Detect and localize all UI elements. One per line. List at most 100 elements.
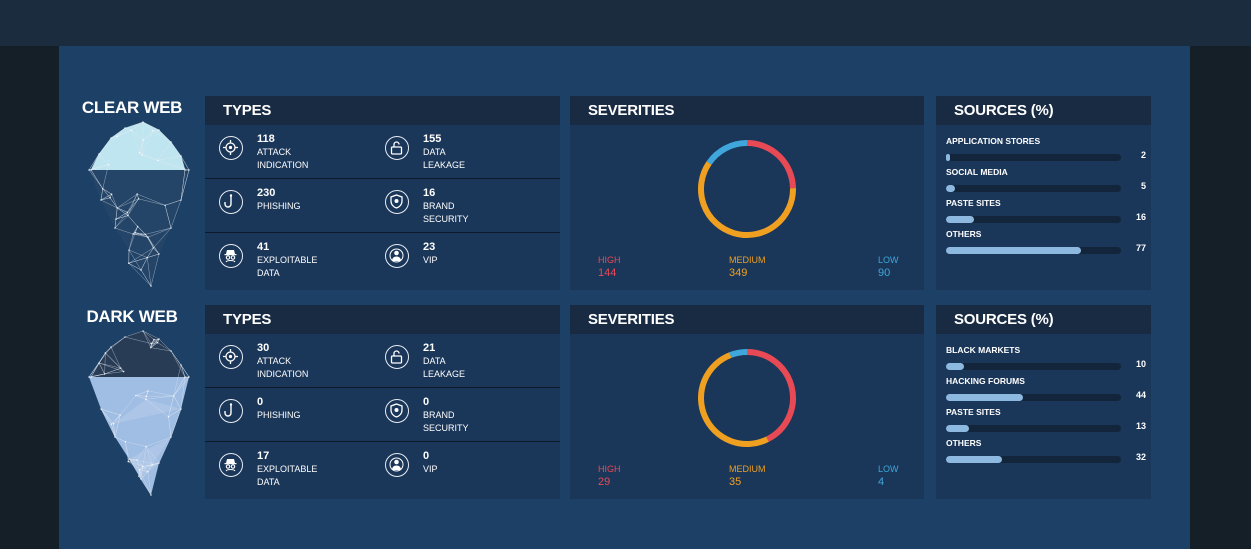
source-bar-fill (946, 456, 1002, 463)
type-label: EXPLOITABLE DATA (257, 464, 318, 487)
source-value: 32 (1135, 452, 1146, 462)
severity-low-label: LOW (878, 464, 899, 474)
types-row: 41 EXPLOITABLE DATA 23 VIP (205, 233, 560, 287)
donut-segment (746, 349, 796, 442)
hook-icon (219, 399, 243, 423)
severity-donut-chart (698, 140, 796, 238)
source-value: 44 (1135, 390, 1146, 400)
source-value: 13 (1135, 421, 1146, 431)
source-item[interactable]: OTHERS 32 (946, 438, 1146, 469)
severities-heading: SEVERITIES (570, 305, 924, 334)
source-item[interactable]: BLACK MARKETS 10 (946, 345, 1146, 376)
source-label: APPLICATION STORES (946, 136, 1041, 146)
severity-high-label: HIGH (598, 464, 621, 474)
severity-donut-chart (698, 349, 796, 447)
types-panel: TYPES 118 ATTACK INDICATION 155 DATA LEAKA… (205, 96, 560, 290)
dark-web-section: DARK WEB TYPES 30 ATTACK INDICATION 21 DA… (59, 305, 1190, 499)
type-count: 16 (423, 187, 436, 199)
source-bar-fill (946, 247, 1081, 254)
type-label: ATTACK INDICATION (257, 147, 309, 170)
donut-segment (746, 140, 796, 189)
sources-heading: SOURCES (%) (936, 305, 1151, 334)
type-label: VIP (423, 255, 438, 265)
type-count: 0 (257, 396, 264, 408)
severity-medium-value: 349 (729, 267, 748, 279)
source-bar-track (946, 363, 1121, 370)
source-label: SOCIAL MEDIA (946, 167, 1008, 177)
source-item[interactable]: OTHERS 77 (946, 229, 1146, 260)
iceberg-image (88, 330, 190, 496)
type-count: 17 (257, 450, 270, 462)
type-count: 118 (257, 133, 275, 145)
source-value: 2 (1140, 150, 1146, 160)
unlock-icon (385, 136, 409, 160)
source-bar-track (946, 154, 1121, 161)
types-row: 0 PHISHING 0 BRAND SECURITY (205, 388, 560, 442)
vip-user-icon (385, 453, 409, 477)
severity-medium[interactable]: MEDIUM 349 (729, 255, 766, 279)
types-heading: TYPES (205, 305, 560, 334)
source-bar-track (946, 185, 1121, 192)
severity-medium-label: MEDIUM (729, 255, 766, 265)
types-row: 118 ATTACK INDICATION 155 DATA LEAKAGE (205, 125, 560, 179)
type-count: 41 (257, 241, 270, 253)
donut-segment (706, 140, 748, 165)
severity-low-label: LOW (878, 255, 899, 265)
shield-icon (385, 190, 409, 214)
source-item[interactable]: HACKING FORUMS 44 (946, 376, 1146, 407)
types-row: 17 EXPLOITABLE DATA 0 VIP (205, 442, 560, 496)
source-label: OTHERS (946, 438, 982, 448)
severity-low[interactable]: LOW 4 (878, 464, 899, 488)
severity-medium[interactable]: MEDIUM 35 (729, 464, 766, 488)
type-label: EXPLOITABLE DATA (257, 255, 318, 278)
iceberg-image (88, 121, 190, 287)
source-item[interactable]: APPLICATION STORES 2 (946, 136, 1146, 167)
source-item[interactable]: PASTE SITES 16 (946, 198, 1146, 229)
source-bar-track (946, 394, 1121, 401)
type-count: 23 (423, 241, 436, 253)
source-value: 10 (1135, 359, 1146, 369)
type-label: DATA LEAKAGE (423, 356, 466, 379)
source-bar-track (946, 456, 1121, 463)
vip-user-icon (385, 244, 409, 268)
severity-high-label: HIGH (598, 255, 621, 265)
severities-panel: SEVERITIES HIGH 144 MEDIUM 349 LOW 90 (570, 96, 924, 290)
type-count: 230 (257, 187, 276, 199)
spy-icon (219, 244, 243, 268)
source-item[interactable]: PASTE SITES 13 (946, 407, 1146, 438)
severity-low[interactable]: LOW 90 (878, 255, 899, 279)
source-label: BLACK MARKETS (946, 345, 1021, 355)
source-bar-track (946, 247, 1121, 254)
sources-heading: SOURCES (%) (936, 96, 1151, 125)
donut-segment (698, 352, 769, 447)
severity-low-value: 90 (878, 267, 891, 279)
source-label: PASTE SITES (946, 407, 1001, 417)
source-bar-fill (946, 154, 950, 161)
severity-low-value: 4 (878, 476, 885, 488)
source-value: 5 (1140, 181, 1146, 191)
type-count: 21 (423, 342, 436, 354)
severity-high[interactable]: HIGH 144 (598, 255, 621, 279)
severity-high-value: 144 (598, 267, 617, 279)
type-label: BRAND SECURITY (423, 201, 469, 224)
severity-medium-label: MEDIUM (729, 464, 766, 474)
type-count: 0 (423, 450, 430, 462)
type-count: 155 (423, 133, 442, 145)
hook-icon (219, 190, 243, 214)
type-label: PHISHING (257, 410, 301, 420)
types-heading: TYPES (205, 96, 560, 125)
type-label: BRAND SECURITY (423, 410, 469, 433)
source-bar-track (946, 216, 1121, 223)
source-bar-track (946, 425, 1121, 432)
types-panel: TYPES 30 ATTACK INDICATION 21 DATA LEAKAGE… (205, 305, 560, 499)
source-item[interactable]: SOCIAL MEDIA 5 (946, 167, 1146, 198)
source-value: 77 (1135, 243, 1146, 253)
right-margin (1190, 46, 1251, 549)
severity-high[interactable]: HIGH 29 (598, 464, 621, 488)
left-margin (0, 46, 59, 549)
unlock-icon (385, 345, 409, 369)
sources-panel: SOURCES (%) APPLICATION STORES 2 SOCIAL … (936, 96, 1151, 290)
source-label: HACKING FORUMS (946, 376, 1025, 386)
donut-segment (729, 349, 748, 358)
sources-panel: SOURCES (%) BLACK MARKETS 10 HACKING FOR… (936, 305, 1151, 499)
